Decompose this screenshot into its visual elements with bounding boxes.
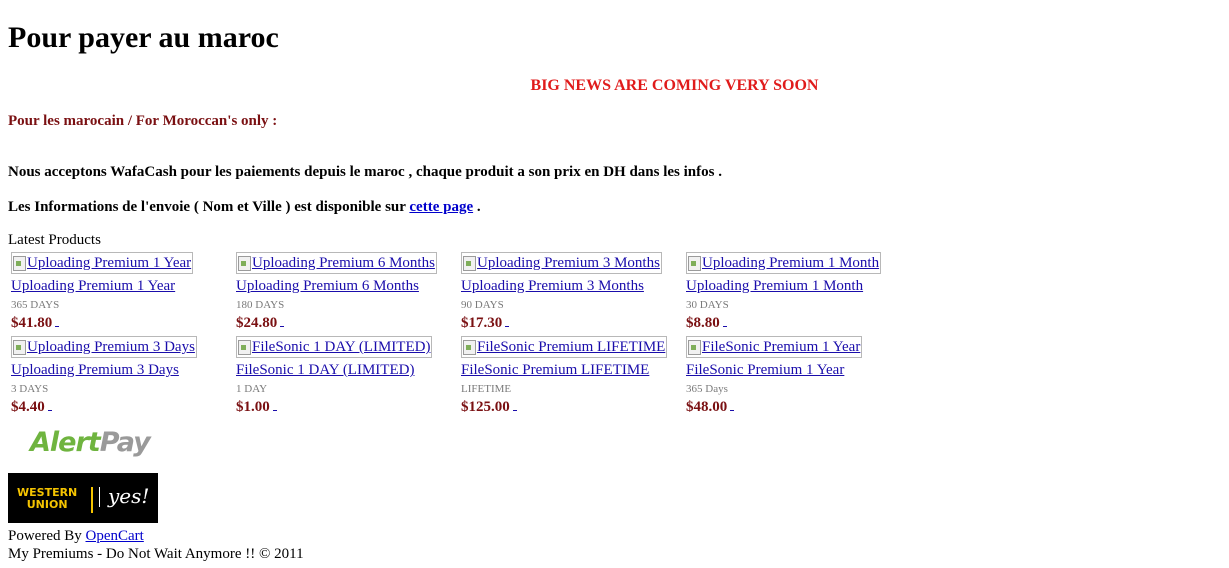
western-union-separator <box>99 487 100 507</box>
product-image-alt: FileSonic Premium LIFETIME <box>477 339 666 355</box>
product-price-link[interactable] <box>280 314 285 327</box>
product-price: $125.00 <box>461 398 517 416</box>
product-image-link[interactable]: Uploading Premium 1 Year <box>11 252 194 274</box>
product-price-link[interactable] <box>722 314 727 327</box>
product-image-alt: FileSonic Premium 1 Year <box>702 339 861 355</box>
product-price-link[interactable] <box>512 398 517 411</box>
product-price-link[interactable] <box>505 314 510 327</box>
product-image-link[interactable]: Uploading Premium 1 Month <box>686 252 882 274</box>
opencart-link[interactable]: OpenCart <box>86 528 144 544</box>
product-price-value: $17.30 <box>461 315 503 331</box>
product-price-link[interactable] <box>47 398 52 411</box>
product-price: $17.30 <box>461 314 510 332</box>
product-name-link[interactable]: FileSonic Premium 1 Year <box>686 361 844 379</box>
latest-products-heading: Latest Products <box>8 232 101 248</box>
product-image-alt: Uploading Premium 3 Days <box>27 339 195 355</box>
product-price: $1.00 <box>236 398 277 416</box>
product-name-link[interactable]: Uploading Premium 1 Month <box>686 277 863 295</box>
powered-by-label: Powered By <box>8 528 86 544</box>
western-union-logo: WESTERN UNION yes! <box>8 473 158 523</box>
page-title: Pour payer au maroc <box>8 21 279 54</box>
moroccan-note: Pour les marocain / For Moroccan's only … <box>8 113 278 129</box>
product-duration: 365 DAYS <box>11 299 60 311</box>
product-image-alt: FileSonic 1 DAY (LIMITED) <box>252 339 431 355</box>
product-name-link[interactable]: FileSonic Premium LIFETIME <box>461 361 649 379</box>
info-page-link[interactable]: cette page <box>409 199 473 215</box>
broken-image-icon <box>237 255 251 271</box>
broken-image-icon <box>462 255 476 271</box>
product-price: $48.00 <box>686 398 735 416</box>
powered-by: Powered By OpenCart <box>8 527 144 545</box>
product-duration: 3 DAYS <box>11 383 49 395</box>
product-card: FileSonic Premium LIFETIME FileSonic Pre… <box>461 336 686 420</box>
product-price-link[interactable] <box>730 398 735 411</box>
product-price-link[interactable] <box>272 398 277 411</box>
alertpay-logo: AlertPay <box>30 427 151 458</box>
copyright-text: My Premiums - Do Not Wait Anymore !! © 2… <box>8 546 304 562</box>
product-price-value: $41.80 <box>11 315 53 331</box>
broken-image-icon <box>462 339 476 355</box>
product-image-alt: Uploading Premium 6 Months <box>252 255 435 271</box>
product-image-link[interactable]: FileSonic 1 DAY (LIMITED) <box>236 336 433 358</box>
product-image-link[interactable]: Uploading Premium 3 Months <box>461 252 662 274</box>
product-image-alt: Uploading Premium 1 Month <box>702 255 880 271</box>
payment-info-text: Nous acceptons WafaCash pour les paiemen… <box>8 164 722 180</box>
product-card: Uploading Premium 3 Days Uploading Premi… <box>11 336 236 420</box>
send-info-suffix: . <box>473 199 481 215</box>
broken-image-icon <box>687 255 701 271</box>
product-price-value: $4.40 <box>11 399 45 415</box>
product-card: Uploading Premium 6 Months Uploading Pre… <box>236 252 461 336</box>
product-price-value: $24.80 <box>236 315 278 331</box>
product-card: Uploading Premium 3 Months Uploading Pre… <box>461 252 686 336</box>
product-card: Uploading Premium 1 Month Uploading Prem… <box>686 252 911 336</box>
product-card: FileSonic 1 DAY (LIMITED) FileSonic 1 DA… <box>236 336 461 420</box>
broken-image-icon <box>12 255 26 271</box>
product-price-value: $1.00 <box>236 399 270 415</box>
product-price-value: $48.00 <box>686 399 728 415</box>
product-price: $41.80 <box>11 314 60 332</box>
product-image-alt: Uploading Premium 1 Year <box>27 255 192 271</box>
product-image-link[interactable]: Uploading Premium 6 Months <box>236 252 437 274</box>
product-price: $24.80 <box>236 314 285 332</box>
product-name-link[interactable]: Uploading Premium 6 Months <box>236 277 419 295</box>
product-name-link[interactable]: FileSonic 1 DAY (LIMITED) <box>236 361 414 379</box>
product-card: FileSonic Premium 1 Year FileSonic Premi… <box>686 336 911 420</box>
product-image-alt: Uploading Premium 3 Months <box>477 255 660 271</box>
send-info-prefix: Les Informations de l'envoie ( Nom et Vi… <box>8 199 410 215</box>
product-card: Uploading Premium 1 Year Uploading Premi… <box>11 252 236 336</box>
product-price: $8.80 <box>686 314 727 332</box>
broken-image-icon <box>687 339 701 355</box>
broken-image-icon <box>12 339 26 355</box>
western-union-wordmark: WESTERN UNION <box>17 486 78 511</box>
product-price: $4.40 <box>11 398 52 416</box>
product-image-link[interactable]: Uploading Premium 3 Days <box>11 336 197 358</box>
product-duration: 30 DAYS <box>686 299 729 311</box>
broken-image-icon <box>237 339 251 355</box>
product-duration: 365 Days <box>686 383 728 395</box>
western-union-bar <box>91 487 93 513</box>
product-name-link[interactable]: Uploading Premium 3 Days <box>11 361 179 379</box>
product-duration: 1 DAY <box>236 383 268 395</box>
product-duration: 180 DAYS <box>236 299 285 311</box>
product-price-value: $125.00 <box>461 399 510 415</box>
western-union-tagline: yes! <box>108 484 150 508</box>
product-duration: 90 DAYS <box>461 299 504 311</box>
product-image-link[interactable]: FileSonic Premium LIFETIME <box>461 336 668 358</box>
product-duration: LIFETIME <box>461 383 512 395</box>
product-price-link[interactable] <box>55 314 60 327</box>
news-banner: BIG NEWS ARE COMING VERY SOON <box>530 77 819 94</box>
send-info-text: Les Informations de l'envoie ( Nom et Vi… <box>8 198 481 216</box>
product-name-link[interactable]: Uploading Premium 3 Months <box>461 277 644 295</box>
product-price-value: $8.80 <box>686 315 720 331</box>
product-image-link[interactable]: FileSonic Premium 1 Year <box>686 336 863 358</box>
product-name-link[interactable]: Uploading Premium 1 Year <box>11 277 175 295</box>
